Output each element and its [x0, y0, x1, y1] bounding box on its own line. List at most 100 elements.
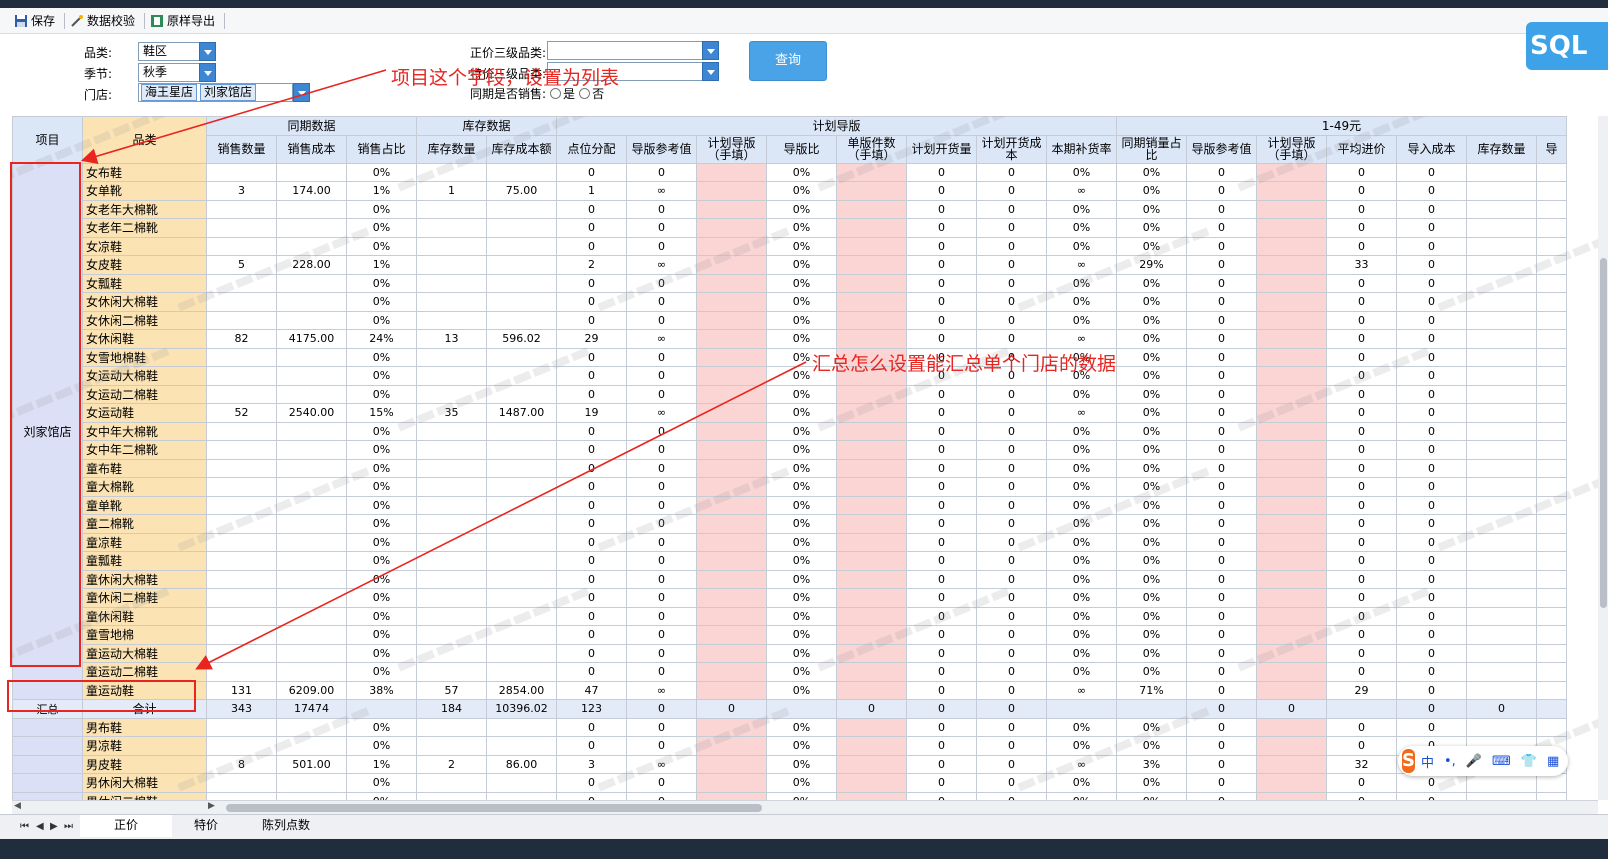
data-cell[interactable]: 0% [766, 717, 837, 737]
data-cell[interactable]: 501.00 [276, 754, 347, 774]
data-cell[interactable]: ∞ [626, 329, 697, 349]
data-cell[interactable]: 0 [1186, 606, 1257, 626]
data-cell[interactable]: 0 [976, 717, 1047, 737]
data-cell[interactable] [206, 199, 277, 219]
data-cell[interactable] [1256, 791, 1327, 800]
data-cell[interactable]: 0 [1326, 532, 1397, 552]
data-cell[interactable]: 19 [556, 403, 627, 423]
table-row[interactable]: 童运动大棉鞋 0% 0 0 0% 0 0 0% 0% 0 0 0 [13, 643, 1567, 663]
data-cell[interactable] [1256, 569, 1327, 589]
data-cell[interactable]: 0 [976, 773, 1047, 793]
data-cell[interactable]: 0 [1326, 273, 1397, 293]
data-cell[interactable]: 0 [556, 717, 627, 737]
data-cell[interactable] [486, 384, 557, 404]
data-cell[interactable] [416, 458, 487, 478]
data-cell[interactable] [1256, 477, 1327, 497]
data-cell[interactable] [486, 292, 557, 312]
data-cell[interactable]: 0% [766, 643, 837, 663]
data-cell[interactable]: 1% [346, 255, 417, 275]
data-cell[interactable] [696, 273, 767, 293]
data-cell[interactable]: 0% [1116, 625, 1187, 645]
data-cell[interactable]: 0 [976, 440, 1047, 460]
data-cell[interactable]: 0 [626, 366, 697, 386]
vertical-scroll-thumb[interactable] [1600, 258, 1607, 608]
data-cell[interactable] [416, 310, 487, 330]
category-cell[interactable]: 童运动大棉鞋 [82, 643, 207, 663]
data-cell[interactable]: 0 [1186, 588, 1257, 608]
data-cell[interactable]: 0 [1396, 458, 1467, 478]
data-cell[interactable] [1466, 588, 1537, 608]
data-cell[interactable]: 0% [1116, 403, 1187, 423]
data-cell[interactable]: 0 [626, 458, 697, 478]
data-cell[interactable]: 0% [1116, 773, 1187, 793]
data-cell[interactable] [696, 717, 767, 737]
data-cell[interactable]: 0 [1186, 255, 1257, 275]
data-cell[interactable]: ∞ [626, 680, 697, 700]
data-cell[interactable] [1536, 625, 1567, 645]
data-cell[interactable]: 38% [346, 680, 417, 700]
data-cell[interactable] [1466, 643, 1537, 663]
data-cell[interactable]: 0 [976, 218, 1047, 238]
data-cell[interactable] [416, 236, 487, 256]
data-cell[interactable] [1256, 181, 1327, 201]
data-cell[interactable]: 0% [1116, 514, 1187, 534]
table-row[interactable]: 童运动二棉鞋 0% 0 0 0% 0 0 0% 0% 0 0 0 [13, 662, 1567, 682]
project-cell[interactable] [12, 717, 83, 737]
ime-punct[interactable]: •, [1444, 754, 1456, 769]
column-header[interactable]: 计划导版（手填） [696, 134, 767, 164]
data-cell[interactable] [836, 477, 907, 497]
data-cell[interactable]: 0% [346, 588, 417, 608]
data-cell[interactable] [276, 551, 347, 571]
data-cell[interactable]: 0 [976, 236, 1047, 256]
data-cell[interactable]: 0 [1326, 477, 1397, 497]
data-cell[interactable]: 0 [906, 680, 977, 700]
data-cell[interactable]: 0 [1396, 403, 1467, 423]
data-cell[interactable] [836, 495, 907, 515]
store-tag[interactable]: 海王星店 [141, 84, 198, 101]
data-cell[interactable]: 0% [1116, 292, 1187, 312]
data-cell[interactable]: 0% [1116, 717, 1187, 737]
category-cell[interactable]: 童雪地棉 [82, 625, 207, 645]
data-cell[interactable]: 0 [556, 662, 627, 682]
data-cell[interactable] [1536, 255, 1567, 275]
category-cell[interactable]: 男凉鞋 [82, 736, 207, 756]
table-row[interactable]: 女老年二棉靴 0% 0 0 0% 0 0 0% 0% 0 0 0 [13, 218, 1567, 238]
data-cell[interactable] [696, 218, 767, 238]
data-cell[interactable]: 0% [1116, 588, 1187, 608]
data-cell[interactable]: 0 [626, 218, 697, 238]
data-cell[interactable]: 0 [1326, 162, 1397, 182]
data-cell[interactable]: 0 [1186, 440, 1257, 460]
data-cell[interactable]: 0% [766, 162, 837, 182]
data-cell[interactable]: 0% [1046, 236, 1117, 256]
data-cell[interactable] [416, 717, 487, 737]
data-cell[interactable] [1536, 366, 1567, 386]
data-cell[interactable]: 0 [976, 181, 1047, 201]
data-cell[interactable]: 0% [346, 477, 417, 497]
data-cell[interactable]: 0% [1116, 458, 1187, 478]
data-cell[interactable]: 2 [556, 255, 627, 275]
prev-sheet-icon[interactable]: ◀ [36, 821, 44, 832]
data-cell[interactable]: 0 [626, 551, 697, 571]
data-cell[interactable]: 0% [766, 255, 837, 275]
data-cell[interactable]: 2540.00 [276, 403, 347, 423]
data-cell[interactable]: 0 [1396, 569, 1467, 589]
data-cell[interactable] [696, 329, 767, 349]
data-cell[interactable]: 0 [906, 643, 977, 663]
data-cell[interactable] [276, 421, 347, 441]
data-cell[interactable]: 0 [556, 532, 627, 552]
summary-row[interactable]: 汇总 合计 343 17474 184 10396.02 123 0 0 0 0 0 0 0 0 0 [12, 699, 1567, 719]
column-header[interactable]: 计划开货成本 [976, 134, 1047, 164]
data-cell[interactable] [836, 199, 907, 219]
data-cell[interactable]: 0 [976, 495, 1047, 515]
data-cell[interactable]: 0 [1396, 625, 1467, 645]
data-cell[interactable]: 0 [1396, 680, 1467, 700]
sql-button[interactable]: SQL [1526, 22, 1608, 70]
data-cell[interactable]: 0% [766, 495, 837, 515]
data-cell[interactable] [1256, 625, 1327, 645]
data-cell[interactable] [696, 606, 767, 626]
column-header[interactable]: 销售成本 [276, 134, 347, 164]
data-cell[interactable] [416, 440, 487, 460]
data-cell[interactable] [486, 773, 557, 793]
summary-cell[interactable]: 0 [1256, 699, 1327, 719]
data-cell[interactable] [206, 421, 277, 441]
